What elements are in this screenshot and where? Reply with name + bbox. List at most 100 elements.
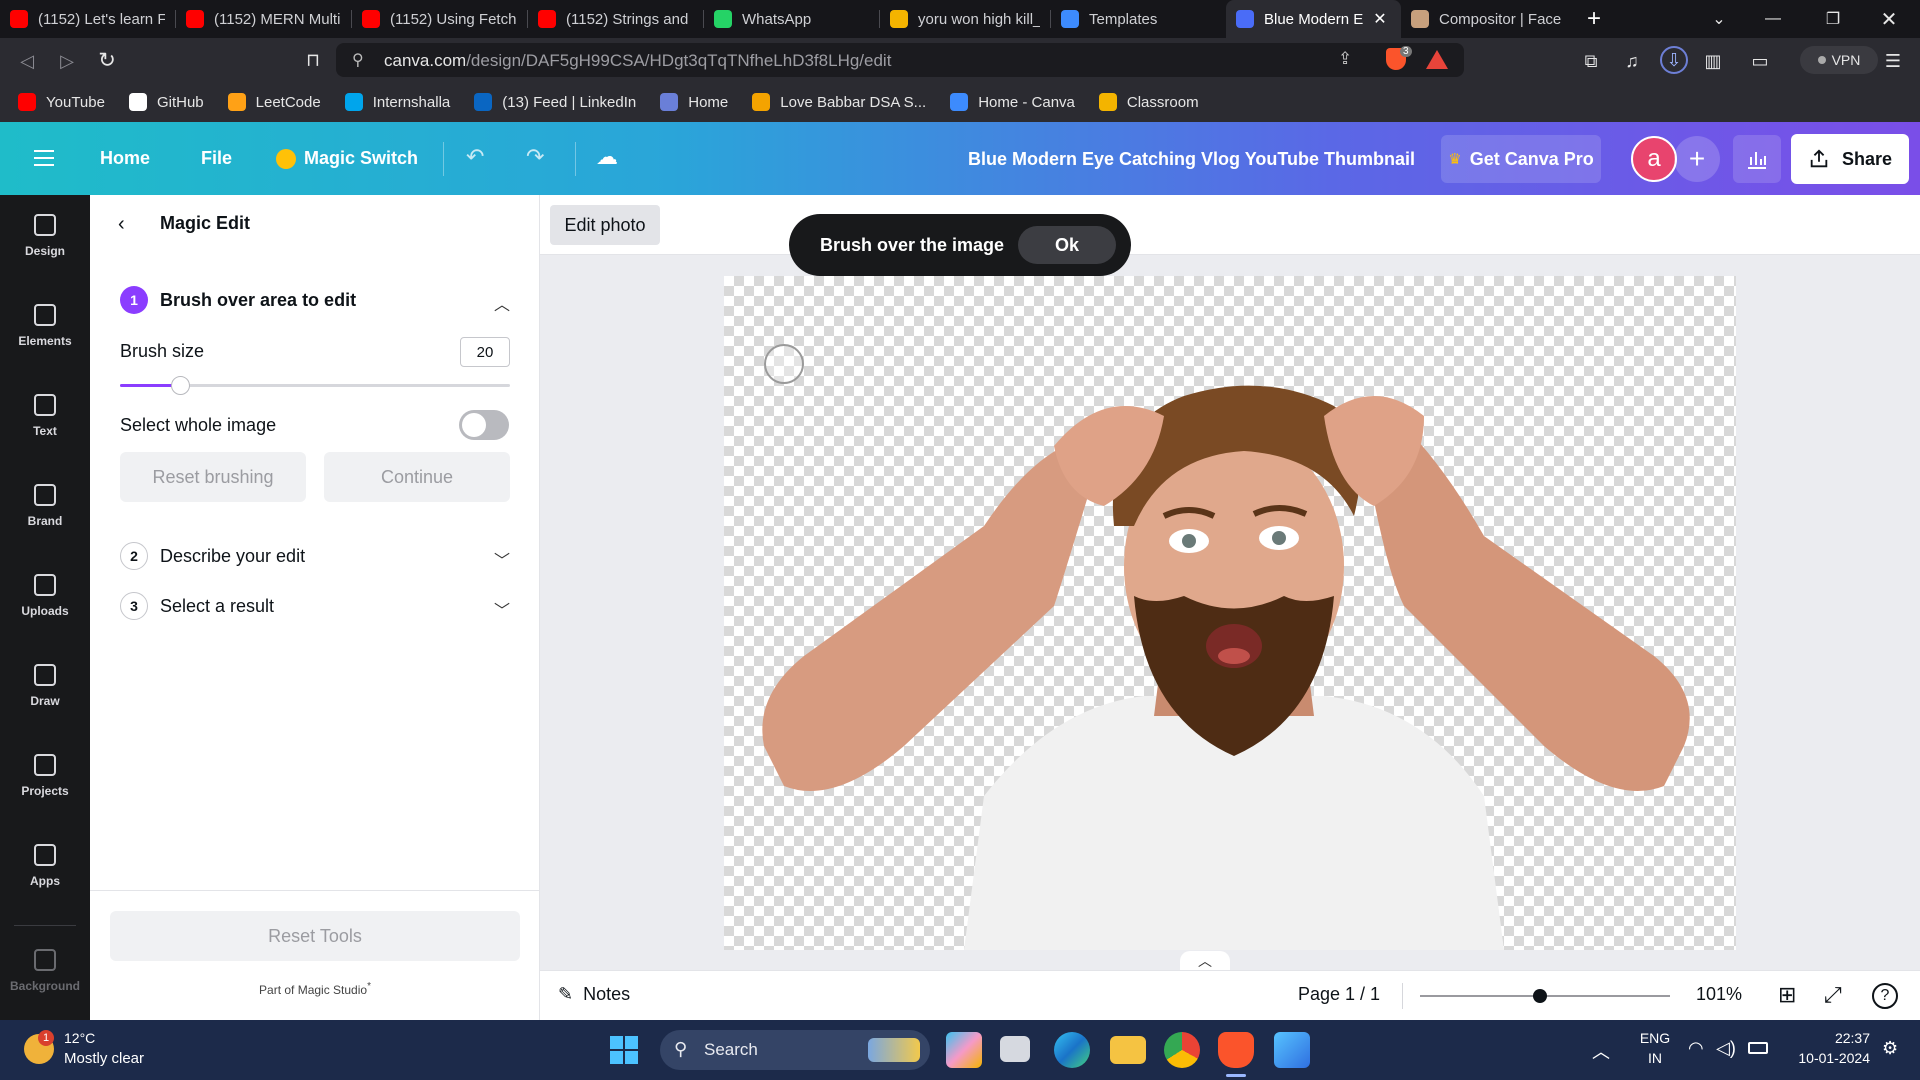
design-canvas[interactable] [724, 276, 1736, 950]
notification-icon[interactable]: ⚙ [1882, 1038, 1898, 1059]
rail-item-projects[interactable]: Projects [0, 735, 90, 815]
file-menu[interactable]: File [201, 148, 232, 169]
magic-switch-button[interactable]: Magic Switch [276, 148, 418, 169]
zoom-level[interactable]: 101% [1696, 984, 1742, 1005]
continue-button[interactable]: Continue [324, 452, 510, 502]
step-1-header[interactable]: 1 Brush over area to edit ︿ [120, 285, 510, 315]
back-arrow-icon[interactable]: ‹ [118, 213, 125, 236]
undo-icon[interactable]: ↶ [466, 144, 484, 170]
browser-tab[interactable]: Blue Modern E ✕ [1226, 0, 1401, 38]
page-indicator[interactable]: Page 1 / 1 [1298, 984, 1380, 1005]
wifi-icon[interactable]: ◠ [1688, 1038, 1704, 1059]
home-menu[interactable]: Home [100, 148, 150, 169]
reset-tools-button[interactable]: Reset Tools [110, 911, 520, 961]
show-pages-chevron-icon[interactable]: ︿ [1180, 951, 1230, 971]
share-button[interactable]: Share [1791, 134, 1909, 184]
browser-tab[interactable]: Compositor | Face S [1401, 0, 1571, 38]
bookmark-item[interactable]: Love Babbar DSA S... [752, 93, 926, 111]
bookmark-item[interactable]: (13) Feed | LinkedIn [474, 93, 636, 111]
notes-button[interactable]: ✎ Notes [558, 984, 630, 1005]
edit-photo-button[interactable]: Edit photo [550, 205, 660, 245]
minimize-icon[interactable]: — [1750, 0, 1796, 38]
bookmark-item[interactable]: Home [660, 93, 728, 111]
downloads-icon[interactable]: ⇩ [1660, 46, 1688, 74]
design-title[interactable]: Blue Modern Eye Catching Vlog YouTube Th… [968, 149, 1415, 170]
media-icon[interactable]: ♫ [1619, 48, 1645, 74]
language-bottom[interactable]: IN [1635, 1050, 1675, 1066]
hamburger-menu-icon[interactable] [34, 150, 54, 166]
bookmark-item[interactable]: GitHub [128, 93, 204, 111]
bookmark-item[interactable]: Classroom [1098, 93, 1199, 111]
reload-icon[interactable]: ↻ [94, 47, 120, 73]
browser-tab[interactable]: (1152) Strings and S [528, 0, 703, 38]
browser-tab[interactable]: yoru won high kill_ [880, 0, 1050, 38]
reset-brushing-button[interactable]: Reset brushing [120, 452, 306, 502]
brave-icon[interactable] [1218, 1032, 1254, 1068]
task-view-icon[interactable] [1000, 1036, 1030, 1062]
address-bar[interactable]: ⚲ canva.com/design/DAF5gH99CSA/HDgt3qTqT… [336, 43, 1464, 77]
close-window-icon[interactable]: ✕ [1866, 0, 1912, 38]
bookmark-item[interactable]: Internshalla [344, 93, 450, 111]
rail-item-uploads[interactable]: Uploads [0, 555, 90, 635]
brave-rewards-icon[interactable] [1426, 50, 1448, 69]
rail-item-design[interactable]: Design [0, 195, 90, 275]
browser-tab[interactable]: WhatsApp [704, 0, 879, 38]
taskbar-search[interactable]: ⚲ Search [660, 1030, 930, 1070]
tooltip-ok-button[interactable]: Ok [1018, 226, 1116, 264]
weather-desc[interactable]: Mostly clear [64, 1050, 144, 1067]
restore-icon[interactable]: ❐ [1810, 0, 1856, 38]
browser-tab[interactable]: (1152) Using Fetch / [352, 0, 527, 38]
clock-date[interactable]: 10-01-2024 [1780, 1050, 1870, 1066]
bookmark-item[interactable]: LeetCode [227, 93, 321, 111]
chrome-icon[interactable] [1164, 1032, 1200, 1068]
help-icon[interactable]: ? [1872, 983, 1898, 1009]
cloud-saved-icon[interactable]: ☁ [596, 144, 618, 170]
insights-button[interactable] [1733, 135, 1781, 183]
copilot-icon[interactable] [946, 1032, 982, 1068]
site-info-icon[interactable]: ⚲ [352, 50, 364, 70]
get-canva-pro-button[interactable]: ♛ Get Canva Pro [1441, 135, 1601, 183]
language-top[interactable]: ENG [1635, 1030, 1675, 1046]
clock-time[interactable]: 22:37 [1790, 1030, 1870, 1046]
forward-icon[interactable]: ▷ [54, 48, 80, 74]
start-icon[interactable] [610, 1036, 638, 1064]
extensions-icon[interactable]: ⧉ [1578, 48, 1604, 74]
tab-search-icon[interactable]: ⌄ [1696, 0, 1742, 38]
wallet-icon[interactable]: ▭ [1747, 48, 1773, 74]
weather-temp[interactable]: 12°C [64, 1030, 95, 1046]
vpn-button[interactable]: VPN [1800, 46, 1878, 74]
menu-icon[interactable]: ☰ [1880, 48, 1906, 74]
rail-item-background[interactable]: Background [0, 930, 90, 1010]
bookmark-item[interactable]: YouTube [18, 93, 105, 111]
bookmark-item[interactable]: Home - Canva [950, 93, 1075, 111]
step-3-header[interactable]: 3 Select a result ﹀ [120, 591, 510, 621]
avatar[interactable]: a [1631, 136, 1677, 182]
rail-item-elements[interactable]: Elements [0, 285, 90, 365]
rail-item-text[interactable]: Text [0, 375, 90, 455]
rail-item-apps[interactable]: Apps [0, 825, 90, 905]
redo-icon[interactable]: ↷ [526, 144, 544, 170]
close-tab-icon[interactable]: ✕ [1373, 9, 1386, 29]
rail-item-draw[interactable]: Draw [0, 645, 90, 725]
tray-chevron-icon[interactable]: ︿ [1592, 1038, 1610, 1064]
browser-tab[interactable]: (1152) MERN Multi [176, 0, 351, 38]
bookmark-page-icon[interactable]: ⊓ [300, 47, 326, 73]
brush-size-thumb[interactable] [171, 376, 191, 395]
zoom-thumb[interactable] [1533, 989, 1547, 1003]
file-explorer-icon[interactable] [1110, 1036, 1146, 1064]
add-collaborator-button[interactable]: + [1674, 136, 1720, 182]
grid-view-icon[interactable]: ⊞ [1778, 982, 1796, 1008]
photos-icon[interactable] [1274, 1032, 1310, 1068]
volume-icon[interactable]: ◁) [1716, 1038, 1736, 1059]
sidebar-icon[interactable]: ▥ [1700, 48, 1726, 74]
back-icon[interactable]: ◁ [14, 48, 40, 74]
brush-size-input[interactable]: 20 [460, 337, 510, 367]
fullscreen-icon[interactable]: ⤢ [1824, 982, 1842, 1008]
browser-tab[interactable]: (1152) Let's learn Fu [0, 0, 175, 38]
rail-item-brand[interactable]: Brand [0, 465, 90, 545]
battery-icon[interactable] [1748, 1042, 1768, 1054]
edge-icon[interactable] [1054, 1032, 1090, 1068]
select-whole-image-toggle[interactable] [459, 410, 509, 440]
share-page-icon[interactable]: ⇪ [1338, 49, 1352, 69]
browser-tab[interactable]: Templates [1051, 0, 1226, 38]
